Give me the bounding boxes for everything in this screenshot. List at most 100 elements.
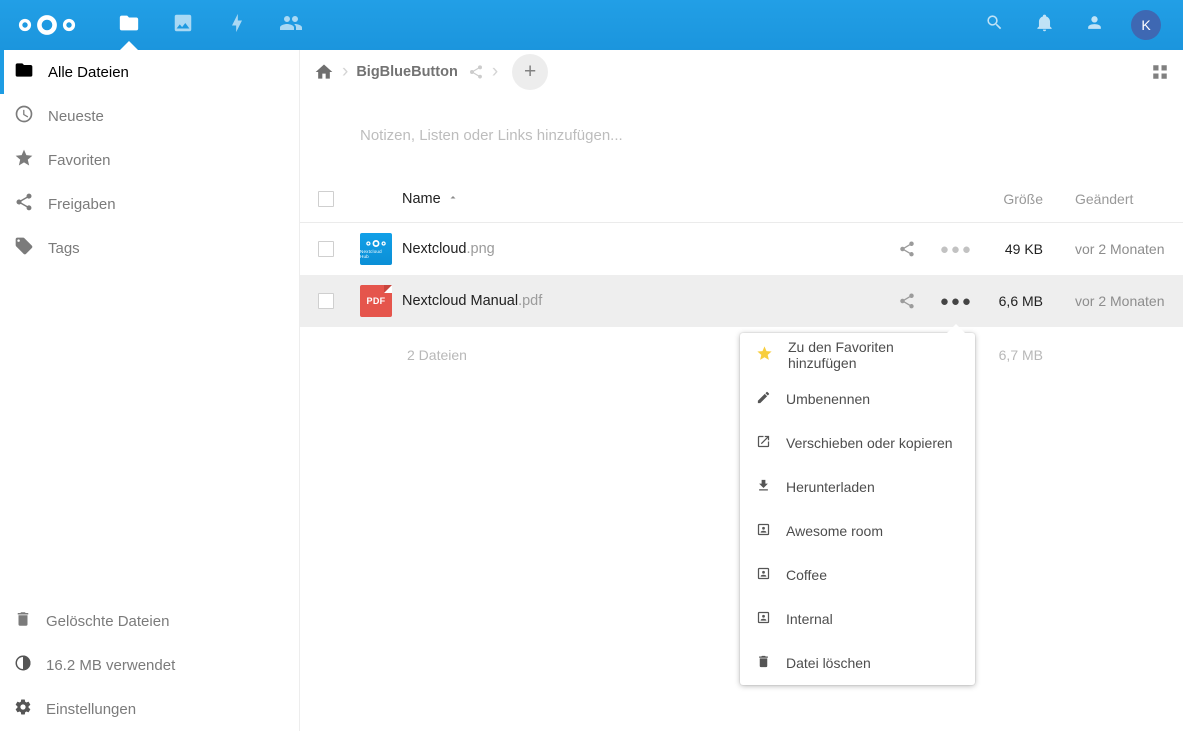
share-icon[interactable] — [468, 64, 484, 80]
sidebar-item-favorites[interactable]: Favoriten — [0, 138, 299, 182]
new-file-button[interactable]: + — [512, 54, 548, 90]
file-size: 6,6 MB — [973, 293, 1043, 309]
breadcrumb-folder[interactable]: BigBlueButton — [356, 64, 457, 80]
sidebar-item-quota[interactable]: 16.2 MB verwendet — [0, 643, 299, 687]
pdf-thumbnail: PDF — [360, 285, 392, 317]
menu-item-rename[interactable]: Umbenennen — [740, 377, 975, 421]
file-name[interactable]: Nextcloud Manual.pdf — [402, 293, 853, 309]
header-size-label[interactable]: Größe — [973, 191, 1043, 207]
notes-input[interactable]: Notizen, Listen oder Links hinzufügen... — [300, 127, 1183, 144]
sidebar-item-settings[interactable]: Einstellungen — [0, 687, 299, 731]
download-icon — [756, 478, 771, 496]
menu-item-favorite[interactable]: Zu den Favoriten hinzufügen — [740, 333, 975, 377]
sidebar-item-label: Einstellungen — [46, 701, 136, 718]
top-bar: K — [0, 0, 1183, 50]
pencil-icon — [756, 390, 771, 408]
contacts-menu-button[interactable] — [1069, 0, 1119, 50]
table-row[interactable]: PDF Nextcloud Manual.pdf ●●● 6,6 MB vor … — [300, 275, 1183, 327]
folder-icon — [118, 12, 140, 39]
app-contacts[interactable] — [264, 0, 318, 50]
app-menu — [102, 0, 318, 50]
quota-pie-icon — [14, 654, 32, 676]
select-all-checkbox[interactable] — [318, 191, 334, 207]
share-icon — [14, 192, 34, 216]
file-actions-menu: Zu den Favoriten hinzufügen Umbenennen V… — [740, 333, 975, 685]
clock-icon — [14, 104, 34, 128]
thumbnail-caption: Nextcloud Hub — [360, 249, 392, 259]
table-row[interactable]: Nextcloud Hub Nextcloud.png ●●● 49 KB vo… — [300, 223, 1183, 275]
nextcloud-logo[interactable] — [16, 10, 78, 40]
share-icon[interactable] — [898, 292, 916, 310]
sidebar-item-label: Alle Dateien — [48, 64, 129, 81]
avatar-initial: K — [1141, 17, 1150, 33]
trash-icon — [756, 654, 771, 672]
menu-item-label: Internal — [786, 611, 833, 627]
file-size: 49 KB — [973, 241, 1043, 257]
lightning-icon — [227, 13, 247, 38]
menu-item-download[interactable]: Herunterladen — [740, 465, 975, 509]
header-name-label: Name — [402, 191, 441, 207]
menu-item-room-coffee[interactable]: Coffee — [740, 553, 975, 597]
sidebar-item-deleted-files[interactable]: Gelöschte Dateien — [0, 599, 299, 643]
png-thumbnail: Nextcloud Hub — [360, 233, 392, 265]
app-photos[interactable] — [156, 0, 210, 50]
user-avatar[interactable]: K — [1131, 10, 1161, 40]
room-icon — [756, 522, 771, 540]
sidebar-item-label: Gelöschte Dateien — [46, 613, 169, 630]
more-actions-icon[interactable]: ●●● — [940, 294, 973, 309]
notifications-button[interactable] — [1019, 0, 1069, 50]
more-actions-icon[interactable]: ●●● — [940, 242, 973, 257]
grid-view-toggle[interactable] — [1151, 63, 1169, 81]
search-icon — [985, 13, 1004, 37]
sort-ascending-icon — [447, 191, 459, 207]
star-icon — [756, 345, 773, 365]
menu-item-room-internal[interactable]: Internal — [740, 597, 975, 641]
move-icon — [756, 434, 771, 452]
tag-icon — [14, 236, 34, 260]
app-activity[interactable] — [210, 0, 264, 50]
menu-item-room-awesome[interactable]: Awesome room — [740, 509, 975, 553]
star-icon — [14, 148, 34, 172]
sidebar-item-all-files[interactable]: Alle Dateien — [0, 50, 299, 94]
row-checkbox[interactable] — [318, 293, 334, 309]
search-button[interactable] — [969, 0, 1019, 50]
table-header: Name Größe Geändert — [300, 175, 1183, 223]
app-files[interactable] — [102, 0, 156, 50]
row-checkbox[interactable] — [318, 241, 334, 257]
sort-by-name[interactable]: Name — [402, 191, 853, 207]
bell-icon — [1035, 13, 1054, 37]
image-icon — [172, 12, 194, 39]
file-modified: vor 2 Monaten — [1043, 293, 1183, 309]
menu-item-delete[interactable]: Datei löschen — [740, 641, 975, 685]
sidebar-item-tags[interactable]: Tags — [0, 226, 299, 270]
sidebar-item-label: Favoriten — [48, 152, 111, 169]
sidebar-item-label: Neueste — [48, 108, 104, 125]
file-modified: vor 2 Monaten — [1043, 241, 1183, 257]
users-icon — [279, 11, 303, 40]
sidebar-item-label: 16.2 MB verwendet — [46, 657, 175, 674]
menu-item-label: Datei löschen — [786, 655, 871, 671]
header-modified-label[interactable]: Geändert — [1043, 191, 1183, 207]
breadcrumb: › BigBlueButton › + — [300, 50, 1183, 94]
menu-item-label: Umbenennen — [786, 391, 870, 407]
sidebar-item-shares[interactable]: Freigaben — [0, 182, 299, 226]
person-icon — [1085, 13, 1104, 37]
folder-icon — [14, 60, 34, 84]
sidebar-item-recent[interactable]: Neueste — [0, 94, 299, 138]
menu-item-move-copy[interactable]: Verschieben oder kopieren — [740, 421, 975, 465]
sidebar-item-label: Freigaben — [48, 196, 116, 213]
home-icon[interactable] — [314, 62, 334, 82]
room-icon — [756, 610, 771, 628]
menu-item-label: Zu den Favoriten hinzufügen — [788, 339, 959, 371]
files-sidebar: Alle Dateien Neueste Favoriten Freigaben… — [0, 50, 300, 731]
chevron-right-icon: › — [342, 61, 348, 83]
share-icon[interactable] — [898, 240, 916, 258]
file-name[interactable]: Nextcloud.png — [402, 241, 853, 257]
plus-icon: + — [524, 60, 536, 84]
menu-item-label: Coffee — [786, 567, 827, 583]
pdf-label: PDF — [367, 296, 386, 306]
sidebar-footer: Gelöschte Dateien 16.2 MB verwendet Eins… — [0, 599, 299, 731]
menu-item-label: Awesome room — [786, 523, 883, 539]
top-bar-right: K — [969, 0, 1183, 50]
trash-icon — [14, 610, 32, 632]
